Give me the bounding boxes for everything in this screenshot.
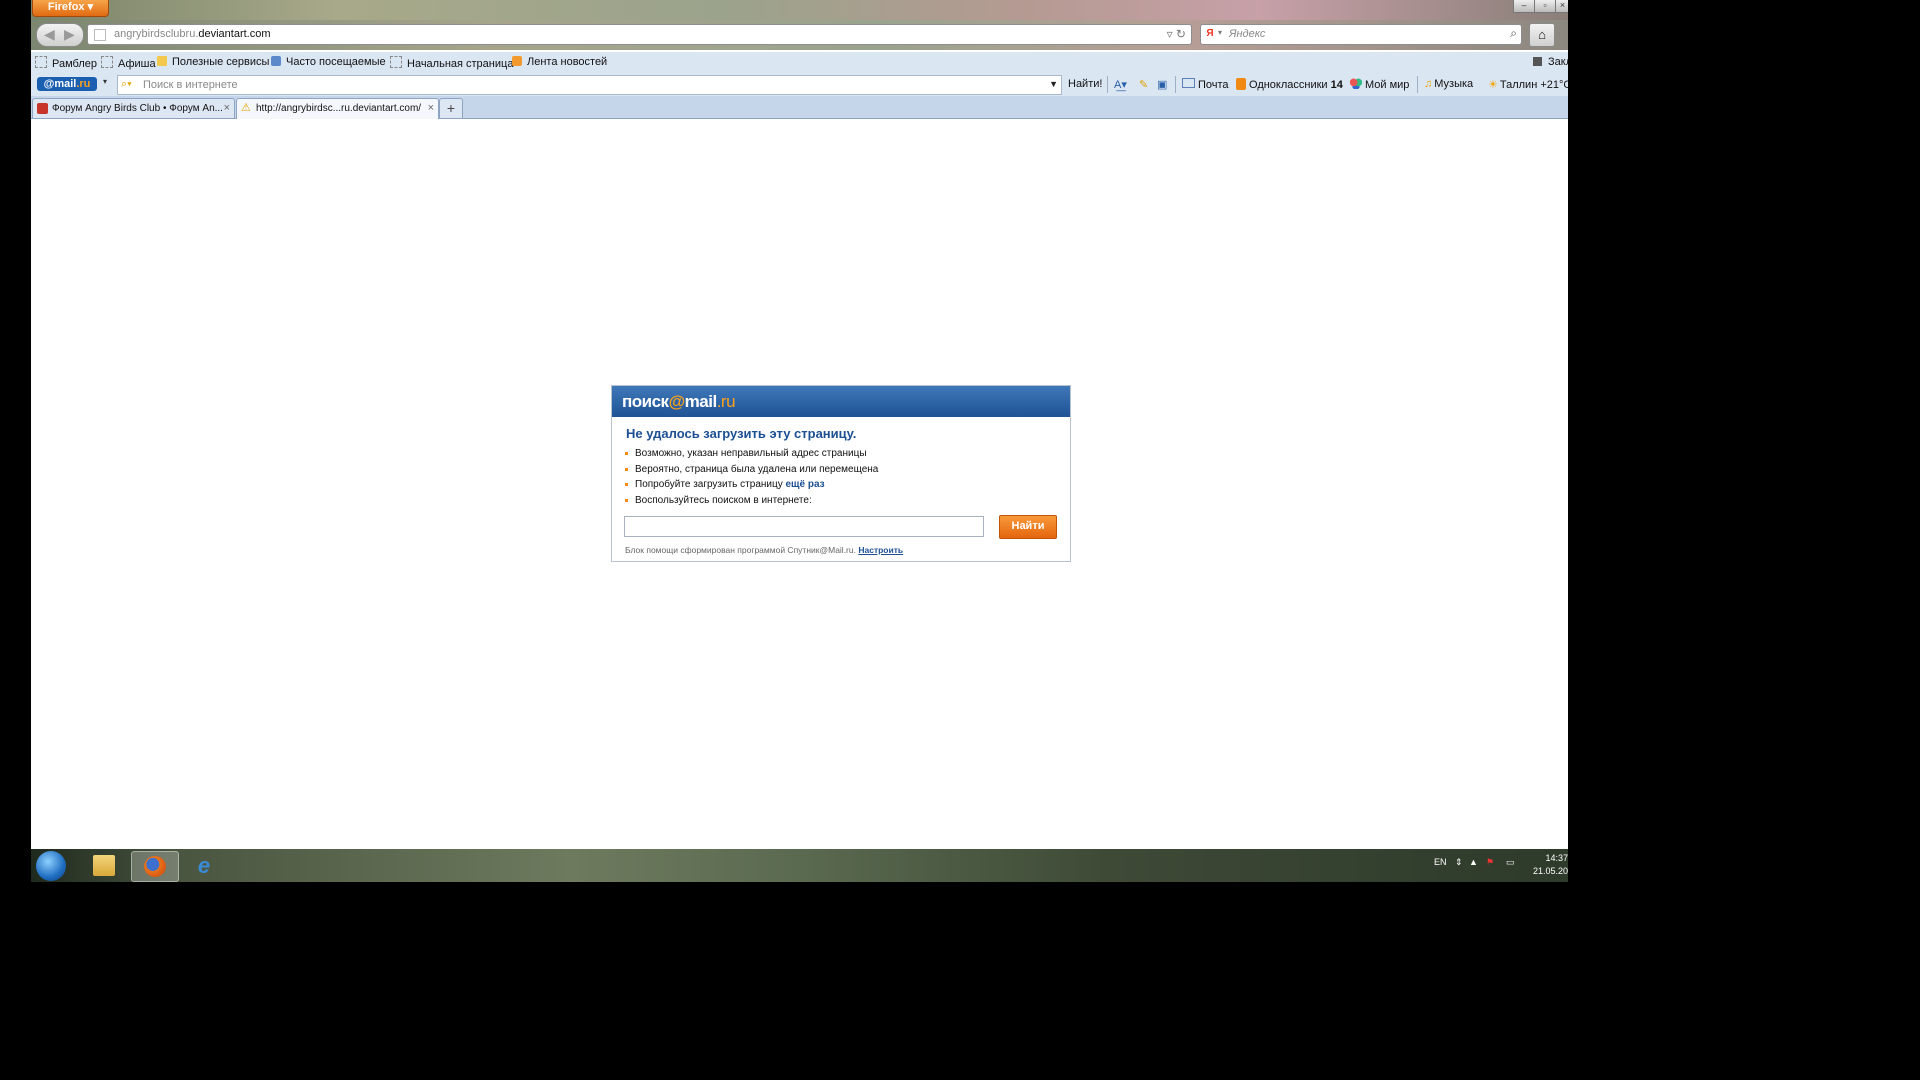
new-tab-button[interactable]: + [439, 98, 463, 119]
sun-icon: ☀ [1488, 79, 1498, 91]
error-panel: поиск@mail.ru Не удалось загрузить эту с… [611, 385, 1071, 562]
bookmarks-bar: Рамблер Афиша Полезные сервисы Часто пос… [31, 52, 1568, 73]
keyboard-icon[interactable]: ⇕ [1455, 857, 1463, 868]
url-bar[interactable]: angrybirdsclubru.deviantart.com ▿ ↻ [87, 24, 1192, 45]
panel-header: поиск@mail.ru [612, 386, 1070, 417]
star-icon [271, 56, 281, 66]
taskbar-internet-explorer[interactable]: e [181, 851, 227, 880]
warning-icon: ⚠ [241, 102, 251, 114]
firefox-menu-button[interactable]: Firefox ▾ [32, 0, 109, 17]
settings-link[interactable]: Настроить [858, 545, 903, 555]
my-world-icon [1350, 78, 1362, 89]
close-tab-icon[interactable]: × [428, 102, 434, 114]
search-engine-dropdown-icon[interactable]: ▾ [1218, 28, 1222, 37]
taskbar: e EN ⇕ ▲ ⚑ ▭ 14:37 21.05.20 [31, 849, 1568, 882]
navigation-bar: ◀ ▶ angrybirdsclubru.deviantart.com ▿ ↻ … [31, 20, 1568, 50]
home-icon[interactable]: ⌂ [1529, 23, 1555, 47]
close-button[interactable]: × [1555, 0, 1568, 13]
tab-strip: Форум Angry Birds Club • Форум An... × ⚠… [31, 96, 1568, 119]
search-magnifier-icon[interactable]: ⌕ [1510, 26, 1517, 41]
toolbar-divider [1107, 76, 1108, 93]
list-item: Возможно, указан неправильный адрес стра… [624, 446, 878, 462]
language-indicator[interactable]: EN [1434, 857, 1447, 867]
error-title: Не удалось загрузить эту страницу. [626, 426, 857, 441]
tab-forum[interactable]: Форум Angry Birds Club • Форум An... × [32, 98, 235, 118]
close-tab-icon[interactable]: × [224, 102, 230, 114]
odnoklassniki-icon [1236, 78, 1246, 90]
screen: Firefox ▾ – ▫ × ◀ ▶ angrybirdsclubru.dev… [31, 0, 1568, 882]
tab-title: http://angrybirdsc...ru.deviantart.com/ [256, 103, 422, 114]
yandex-icon[interactable]: Я [1204, 28, 1216, 40]
title-bar: Firefox ▾ – ▫ × [31, 0, 1568, 20]
tab-title: Форум Angry Birds Club • Форум An... [52, 103, 223, 114]
mailru-search-history-dropdown-icon[interactable]: ▼ [1049, 79, 1058, 89]
url-text: angrybirdsclubru.deviantart.com [114, 28, 271, 40]
bookmark-news-feed[interactable]: Лента новостей [512, 56, 607, 68]
rss-icon [512, 56, 522, 66]
mailru-search-button[interactable]: Найти! [1068, 78, 1102, 90]
find-button[interactable]: Найти [999, 515, 1057, 539]
taskbar-explorer[interactable] [81, 851, 127, 880]
reasons-list: Возможно, указан неправильный адрес стра… [624, 446, 878, 508]
list-item: Вероятно, страница была удалена или пере… [624, 462, 878, 478]
list-item: Попробуйте загрузить страницу ещё раз [624, 477, 878, 493]
action-center-flag-icon[interactable]: ⚑ [1486, 857, 1494, 868]
show-hidden-icons-icon[interactable]: ▲ [1469, 857, 1478, 867]
music-note-icon: ♫ [1424, 78, 1433, 90]
maximize-button[interactable]: ▫ [1534, 0, 1556, 13]
mailru-menu-dropdown-icon[interactable]: ▾ [103, 77, 107, 86]
angry-bird-favicon-icon [37, 103, 48, 114]
firefox-icon [144, 856, 166, 877]
list-item: Воспользуйтесь поиском в интернете: [624, 493, 878, 509]
bookmark-useful-services[interactable]: Полезные сервисы [157, 56, 269, 68]
bookmark-rambler[interactable]: Рамблер [35, 56, 97, 70]
internet-explorer-icon: e [197, 853, 211, 878]
site-identity-icon[interactable] [94, 29, 106, 41]
mailru-logo[interactable]: @mail.ru [37, 77, 97, 91]
folder-icon [93, 855, 115, 876]
windows-start-icon[interactable] [36, 851, 66, 881]
bookmark-most-visited[interactable]: Часто посещаемые [271, 56, 386, 68]
mail-link[interactable]: Почта [1182, 78, 1229, 91]
helper-note: Блок помощи сформирован программой Спутн… [625, 545, 904, 555]
clock-time: 14:37 [1545, 853, 1568, 863]
toolbar-divider [1417, 76, 1418, 93]
bookmark-start-page[interactable]: Начальная страница [390, 56, 513, 70]
page-icon [101, 56, 113, 68]
folder-icon [157, 56, 167, 66]
tab-deviantart[interactable]: ⚠ http://angrybirdsc...ru.deviantart.com… [236, 98, 439, 119]
mailru-search-input[interactable]: ⌕▾ Поиск в интернете ▼ [117, 75, 1062, 95]
odnoklassniki-link[interactable]: Одноклассники 14 [1236, 78, 1343, 91]
toolbar-divider [1175, 76, 1176, 93]
weather-link[interactable]: ☀ Таллин +21°С [1488, 78, 1568, 91]
mailru-toolbar: @mail.ru ▾ ⌕▾ Поиск в интернете ▼ Найти!… [31, 73, 1568, 96]
pencil-icon[interactable]: ✎ [1139, 78, 1148, 91]
forward-arrow-icon[interactable]: ▶ [64, 26, 75, 43]
mailru-search-placeholder: Поиск в интернете [143, 79, 238, 91]
my-world-link[interactable]: Мой мир [1350, 78, 1409, 91]
highlight-icon[interactable]: A͟▾ [1114, 78, 1127, 91]
minimize-button[interactable]: – [1513, 0, 1535, 13]
error-search-input[interactable] [624, 516, 984, 537]
screenshot-icon[interactable]: ▣ [1157, 78, 1167, 91]
network-icon[interactable]: ▭ [1506, 857, 1515, 868]
search-placeholder: Яндекс [1229, 28, 1266, 40]
envelope-icon [1182, 78, 1195, 88]
taskbar-firefox[interactable] [131, 851, 179, 882]
bookmarks-menu[interactable]: Закл [1533, 56, 1568, 68]
reload-icon[interactable]: ▿ ↻ [1167, 27, 1186, 41]
bookmark-afisha[interactable]: Афиша [101, 56, 156, 70]
music-link[interactable]: ♫ Музыка [1424, 78, 1473, 90]
page-icon [35, 56, 47, 68]
bookmarks-menu-icon [1533, 57, 1542, 66]
back-arrow-icon[interactable]: ◀ [44, 26, 55, 43]
back-forward-group: ◀ ▶ [36, 23, 84, 47]
retry-link[interactable]: ещё раз [786, 479, 825, 490]
clock-date: 21.05.20 [1533, 866, 1568, 876]
clock[interactable]: 14:37 21.05.20 [1533, 852, 1568, 878]
poisk-mailru-logo: поиск@mail.ru [622, 392, 736, 411]
search-magnifier-icon: ⌕▾ [121, 78, 132, 90]
search-bar[interactable]: Я ▾ Яндекс ⌕ [1200, 24, 1522, 45]
page-icon [390, 56, 402, 68]
